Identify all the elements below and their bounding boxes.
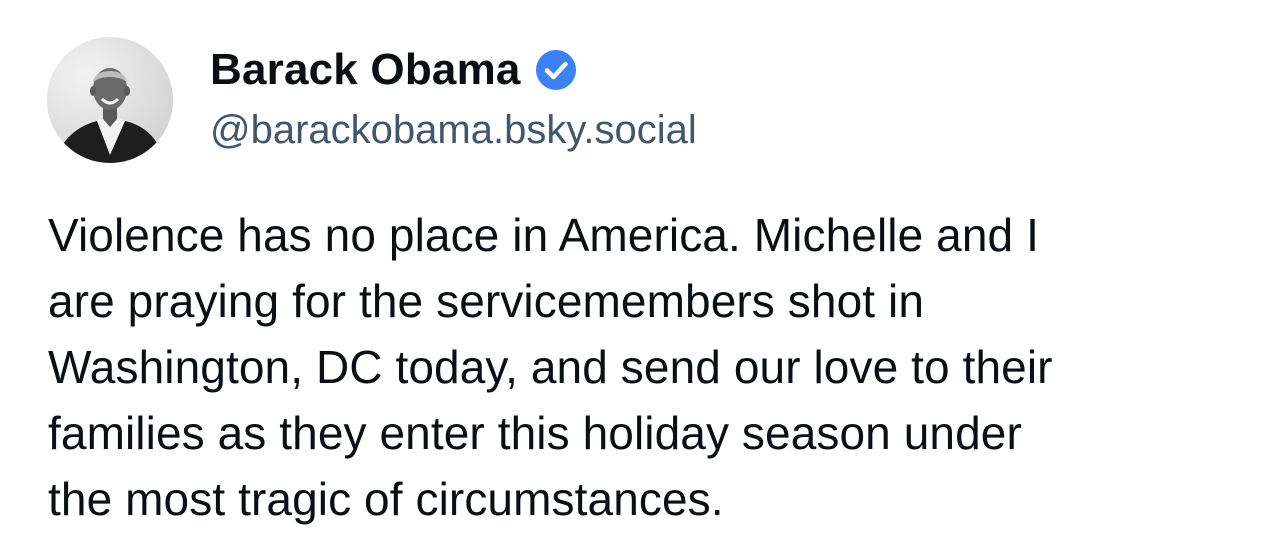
post-card: Barack Obama @barackobama.bsky.social Vi… bbox=[0, 0, 1277, 556]
display-name[interactable]: Barack Obama bbox=[210, 45, 521, 95]
post-text-line: are praying for the servicemembers shot … bbox=[48, 275, 925, 327]
author-name-row: Barack Obama bbox=[210, 40, 697, 100]
avatar-photo bbox=[47, 37, 173, 163]
post-text-line: Violence has no place in America. Michel… bbox=[48, 209, 1039, 261]
author-info: Barack Obama @barackobama.bsky.social bbox=[210, 40, 697, 153]
avatar[interactable] bbox=[47, 37, 173, 163]
verified-check-icon[interactable] bbox=[535, 49, 577, 91]
post-text-line: Washington, DC today, and send our love … bbox=[48, 341, 1053, 393]
post-text-line: the most tragic of circumstances. bbox=[48, 473, 724, 525]
post-text-line: families as they enter this holiday seas… bbox=[48, 407, 1022, 459]
post-text: Violence has no place in America. Michel… bbox=[48, 202, 1238, 532]
author-handle[interactable]: @barackobama.bsky.social bbox=[210, 108, 697, 153]
